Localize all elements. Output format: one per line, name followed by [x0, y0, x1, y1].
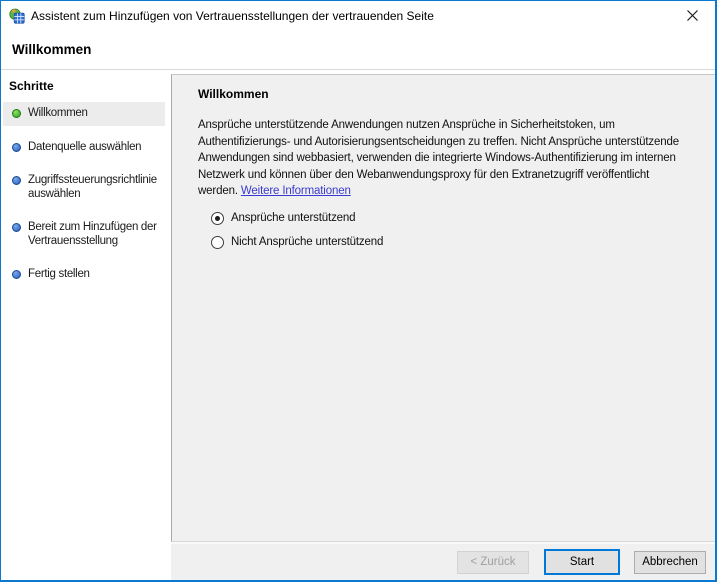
step-pending-icon: [12, 143, 21, 152]
page-title: Willkommen: [12, 42, 91, 57]
page-header: Willkommen: [1, 30, 715, 70]
wizard-window: Assistent zum Hinzufügen von Vertrauenss…: [0, 0, 717, 582]
start-button[interactable]: Start: [544, 549, 620, 575]
adfs-wizard-icon: [9, 8, 25, 24]
step-current-icon: [12, 109, 21, 118]
step-pending-icon: [12, 176, 21, 185]
steps-sidebar: Schritte Willkommen Datenquelle auswähle…: [1, 70, 171, 580]
step-item-fertig: Fertig stellen: [3, 263, 165, 287]
cancel-button[interactable]: Abbrechen: [634, 551, 706, 574]
content-pane: Willkommen Ansprüche unterstützende Anwe…: [171, 74, 715, 542]
body: Schritte Willkommen Datenquelle auswähle…: [1, 70, 715, 580]
intro-text-line: Authentifizierungs- und Autorisierungsen…: [198, 134, 707, 151]
intro-text: Ansprüche unterstützende Anwendungen nut…: [198, 117, 707, 200]
more-info-link[interactable]: Weitere Informationen: [241, 185, 351, 197]
intro-text-line: Netzwerk und können über den Webanwendun…: [198, 167, 707, 184]
step-item-willkommen: Willkommen: [3, 102, 165, 126]
radio-option-non-claims-aware[interactable]: Nicht Ansprüche unterstützend: [211, 236, 707, 249]
close-button[interactable]: [670, 1, 715, 30]
intro-text-line: Ansprüche unterstützende Anwendungen nut…: [198, 117, 707, 134]
back-button[interactable]: < Zurück: [457, 551, 529, 574]
steps-title: Schritte: [9, 79, 171, 93]
intro-text-line: werden. Weitere Informationen: [198, 183, 707, 200]
trust-type-options: Ansprüche unterstützend Nicht Ansprüche …: [211, 212, 707, 249]
content-heading: Willkommen: [198, 87, 707, 101]
close-icon: [687, 10, 698, 21]
step-item-datenquelle: Datenquelle auswählen: [3, 136, 165, 160]
window-title: Assistent zum Hinzufügen von Vertrauenss…: [31, 9, 434, 23]
button-bar: < Zurück Start Abbrechen: [171, 542, 715, 580]
titlebar: Assistent zum Hinzufügen von Vertrauenss…: [1, 1, 715, 30]
radio-option-claims-aware[interactable]: Ansprüche unterstützend: [211, 212, 707, 225]
main-column: Willkommen Ansprüche unterstützende Anwe…: [171, 70, 715, 580]
radio-unselected-icon: [211, 236, 224, 249]
radio-selected-icon: [211, 212, 224, 225]
intro-text-line: Anwendungen sind webbasiert, verwenden d…: [198, 150, 707, 167]
step-item-bereit: Bereit zum Hinzufügen der Vertrauensstel…: [3, 216, 165, 253]
step-pending-icon: [12, 270, 21, 279]
step-item-zugriffssteuerung: Zugriffssteuerungsrichtlinie auswählen: [3, 169, 165, 206]
step-pending-icon: [12, 223, 21, 232]
